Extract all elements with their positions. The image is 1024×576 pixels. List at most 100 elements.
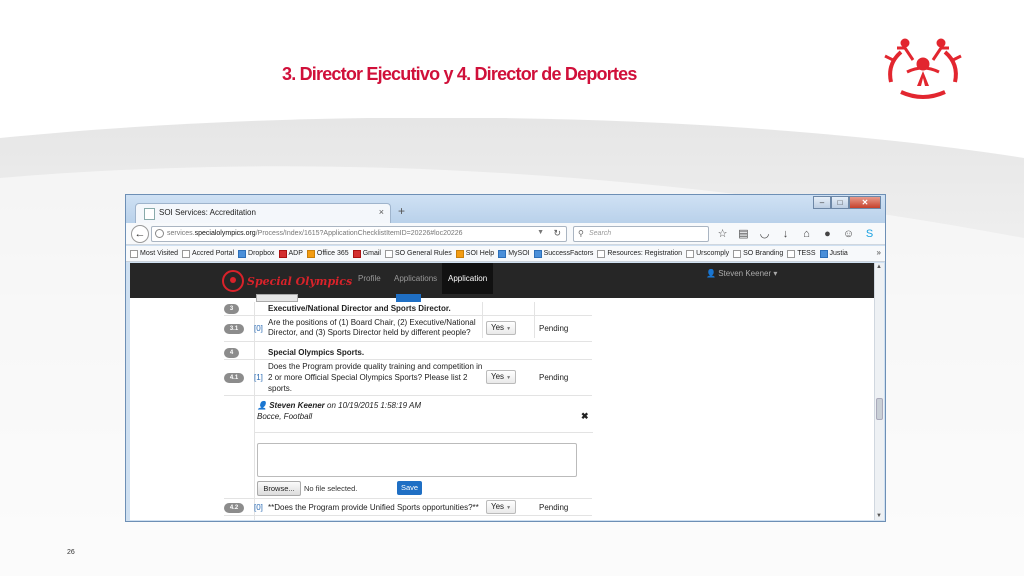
table-row: 3.1 [0] Are the positions of (1) Board C… <box>224 316 592 342</box>
help-icon <box>455 249 464 258</box>
page-viewport: Special Olympics Profile Applications Ap… <box>130 263 874 520</box>
page-number: 26 <box>67 549 75 556</box>
page-icon <box>787 249 796 258</box>
brand-text: Special Olympics <box>247 274 353 288</box>
answer-dropdown[interactable]: Yes ▼ <box>486 370 516 384</box>
search-placeholder: Search <box>589 230 612 237</box>
soi-icon <box>498 249 507 258</box>
sf-icon <box>533 249 542 258</box>
bookmarks-overflow-icon[interactable]: » <box>877 248 881 257</box>
user-icon: 👤 <box>257 401 267 410</box>
attachment-count-link[interactable]: [1] <box>254 373 263 382</box>
answer-dropdown[interactable]: Yes ▼ <box>486 321 516 335</box>
bookmark-item[interactable]: Gmail <box>352 249 381 258</box>
caret-down-icon: ▼ <box>506 375 512 381</box>
bookmark-item[interactable]: SO Branding <box>733 249 783 258</box>
browse-button-partial[interactable] <box>256 294 298 302</box>
bookmark-item[interactable]: Office 365 <box>306 249 349 258</box>
dropbox-icon <box>238 249 247 258</box>
page-icon <box>384 249 393 258</box>
search-input[interactable]: ⚲ Search <box>573 226 709 242</box>
status-text: Pending <box>539 503 569 512</box>
table-row: 3 Executive/National Director and Sports… <box>224 302 592 316</box>
attachment-count-link[interactable]: [0] <box>254 503 263 512</box>
vertical-scrollbar[interactable]: ▲ ▼ <box>874 263 884 520</box>
folder-icon <box>130 249 138 258</box>
maximize-button[interactable]: □ <box>831 196 849 209</box>
bookmark-item[interactable]: Dropbox <box>238 249 275 258</box>
bookmark-item[interactable]: Resources: Registration <box>597 249 682 258</box>
status-text: Pending <box>539 324 569 333</box>
caret-down-icon: ▼ <box>506 326 512 332</box>
back-button[interactable]: ← <box>131 225 149 243</box>
nav-application[interactable]: Application <box>442 263 494 294</box>
question-line: **Does the Program provide Unified Sport… <box>268 503 479 512</box>
url-text: services.specialolympics.org/Process/Ind… <box>167 230 463 237</box>
pocket-icon[interactable]: ◡ <box>756 226 773 242</box>
item-badge: 4.2 <box>224 503 244 513</box>
smiley-icon[interactable]: ☺ <box>840 226 857 242</box>
bookmark-item[interactable]: SO General Rules <box>384 249 452 258</box>
section-badge: 4 <box>224 348 239 358</box>
bookmark-item[interactable]: TESS <box>787 249 816 258</box>
new-tab-button[interactable]: + <box>398 204 405 218</box>
section-badge: 3 <box>224 304 239 314</box>
gmail-icon <box>352 249 361 258</box>
window-controls: – □ ✕ <box>813 196 881 209</box>
status-text: Pending <box>539 373 569 382</box>
table-row: 4.1 [1] Does the Program provide quality… <box>224 360 592 396</box>
bookmark-item[interactable]: SuccessFactors <box>533 249 593 258</box>
justia-icon <box>819 249 828 258</box>
scroll-down-icon[interactable]: ▼ <box>876 513 882 519</box>
bookmark-item[interactable]: Urscomply <box>686 249 729 258</box>
question-line: sports. <box>268 384 293 393</box>
divider <box>255 432 593 433</box>
bookmark-item[interactable]: SOI Help <box>455 249 494 258</box>
skype-icon[interactable]: S <box>861 226 878 242</box>
chat-icon[interactable]: ● <box>819 226 836 242</box>
close-window-button[interactable]: ✕ <box>849 196 881 209</box>
answer-dropdown[interactable]: Yes ▼ <box>486 500 516 514</box>
bookmark-item[interactable]: Most Visited <box>130 249 178 258</box>
bookmark-item[interactable]: Accred Portal <box>182 249 234 258</box>
url-bar[interactable]: services.specialolympics.org/Process/Ind… <box>151 226 567 242</box>
bookmark-item[interactable]: Justia <box>819 249 848 258</box>
delete-comment-icon[interactable]: ✖ <box>581 411 589 422</box>
table-row: 4.2 [0] **Does the Program provide Unifi… <box>224 498 592 516</box>
brand[interactable]: Special Olympics <box>222 270 352 292</box>
user-icon: 👤 <box>706 269 716 278</box>
nav-applications[interactable]: Applications <box>394 274 437 283</box>
browser-window: SOI Services: Accreditation × + – □ ✕ ← … <box>125 194 886 522</box>
browser-tab[interactable]: SOI Services: Accreditation × <box>135 203 391 224</box>
menu-icon[interactable]: ≡ <box>882 226 885 242</box>
comment-textarea[interactable] <box>257 443 577 477</box>
globe-icon <box>155 229 164 238</box>
section-title: Executive/National Director and Sports D… <box>268 304 451 313</box>
scroll-up-icon[interactable]: ▲ <box>876 264 882 270</box>
tab-title: SOI Services: Accreditation <box>159 208 256 217</box>
attachment-count-link[interactable]: [0] <box>254 324 263 333</box>
scrollbar-thumb[interactable] <box>876 398 883 420</box>
reading-list-icon[interactable]: ▤ <box>735 226 752 242</box>
download-icon[interactable]: ↓ <box>777 226 794 242</box>
question-line: Does the Program provide quality trainin… <box>268 362 483 371</box>
section-title: Special Olympics Sports. <box>268 348 365 357</box>
page-icon <box>597 249 606 258</box>
user-menu[interactable]: 👤 Steven Keener ▾ <box>706 269 777 278</box>
browse-button[interactable]: Browse... <box>257 481 301 496</box>
close-tab-icon[interactable]: × <box>379 207 384 217</box>
home-icon[interactable]: ⌂ <box>798 226 815 242</box>
bookmark-star-icon[interactable]: ☆ <box>714 226 731 242</box>
app-navbar: Special Olympics Profile Applications Ap… <box>130 263 874 298</box>
bookmark-item[interactable]: MySOI <box>498 249 530 258</box>
save-button-partial[interactable] <box>396 294 421 302</box>
reload-icon[interactable]: ↻ <box>553 228 561 239</box>
url-dropdown-icon[interactable]: ▼ <box>537 229 544 236</box>
table-row: 4 Special Olympics Sports. <box>224 346 592 360</box>
bookmark-item[interactable]: ADP <box>278 249 303 258</box>
minimize-button[interactable]: – <box>813 196 831 209</box>
nav-profile[interactable]: Profile <box>358 274 381 283</box>
special-olympics-logo <box>884 38 962 99</box>
search-icon: ⚲ <box>578 229 584 238</box>
save-button[interactable]: Save <box>397 481 422 495</box>
